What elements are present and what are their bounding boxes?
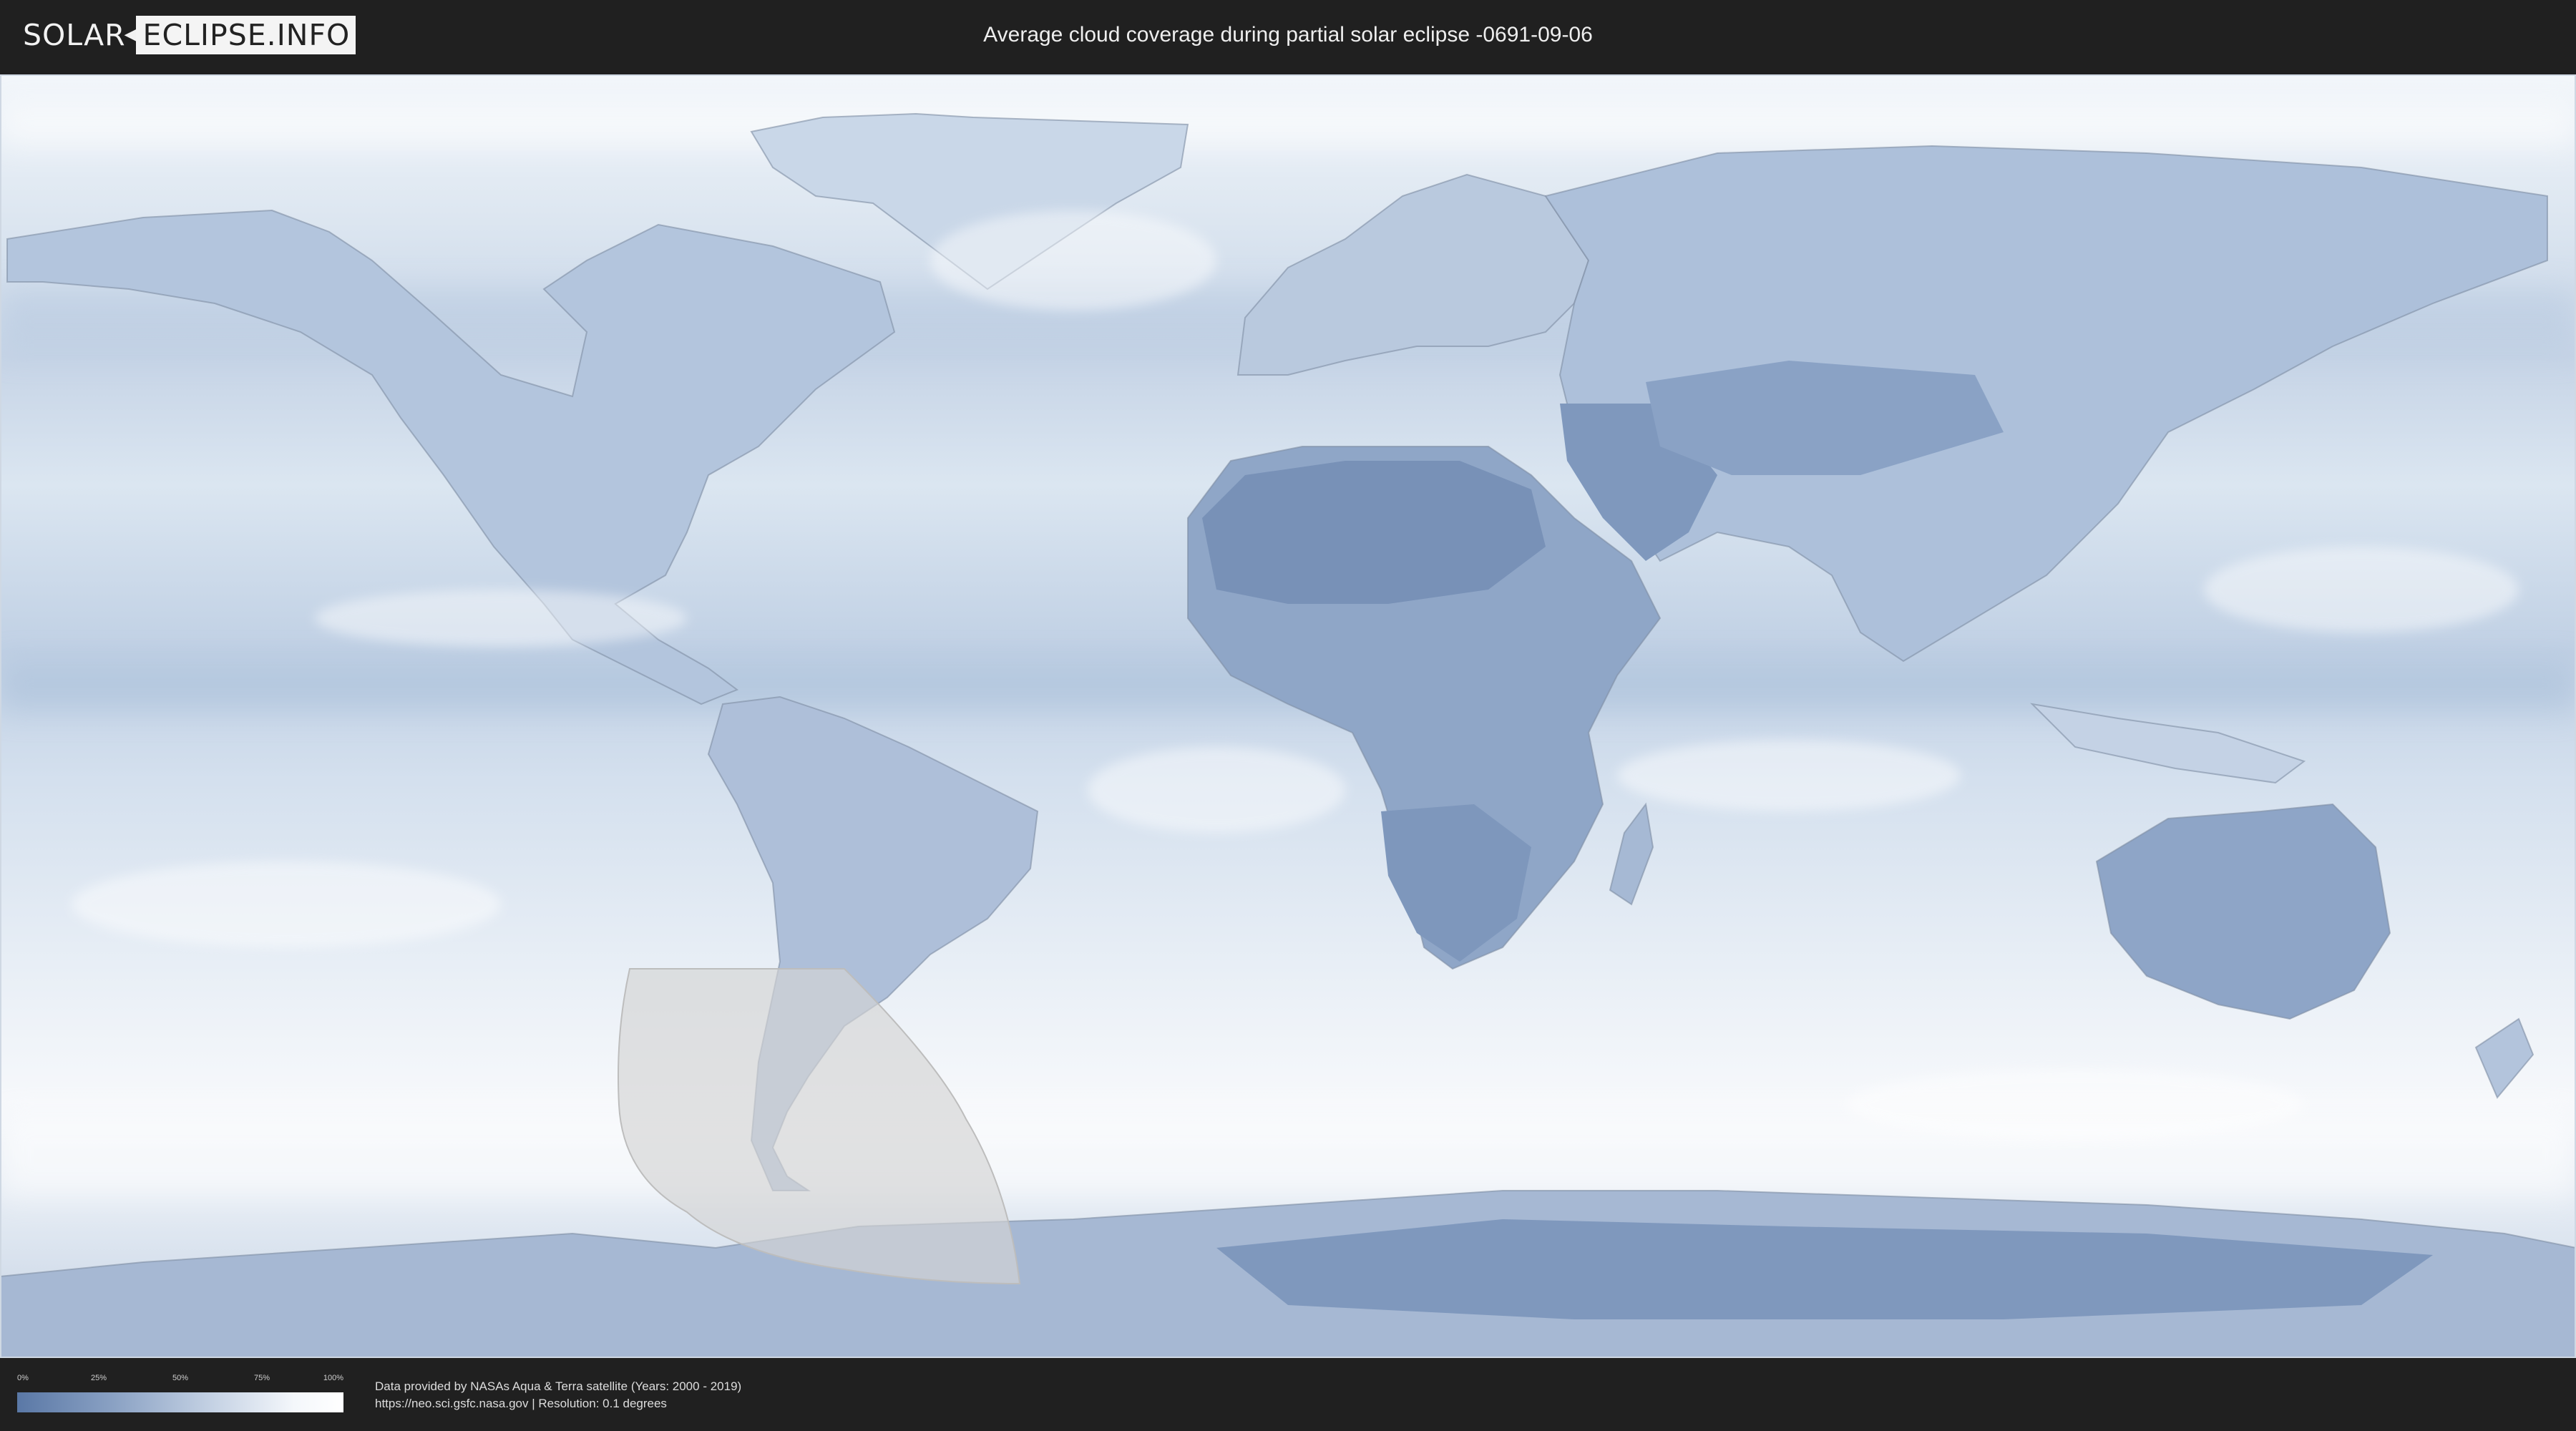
- page-title: Average cloud coverage during partial so…: [983, 23, 1593, 47]
- data-credits: Data provided by NASAs Aqua & Terra sate…: [375, 1378, 741, 1412]
- legend-tick: 25%: [90, 1374, 107, 1382]
- legend-ticks: 0% 25% 50% 75% 100%: [17, 1374, 343, 1387]
- legend-tick: 0%: [17, 1374, 29, 1382]
- sahara-desert: [1202, 461, 1546, 604]
- legend-tick: 100%: [323, 1374, 343, 1382]
- cloud-coverage-map: [0, 74, 2576, 1358]
- footer-bar: 0% 25% 50% 75% 100% Data provided by NAS…: [0, 1358, 2576, 1431]
- credits-line-2: https://neo.sci.gsfc.nasa.gov | Resoluti…: [375, 1397, 667, 1410]
- legend-tick: 75%: [253, 1374, 270, 1382]
- header-bar: SOLAR ◀ ECLIPSE.INFO Average cloud cover…: [0, 0, 2576, 70]
- cloud-legend: 0% 25% 50% 75% 100%: [17, 1374, 343, 1415]
- legend-color-bar: [17, 1392, 343, 1412]
- credits-line-1: Data provided by NASAs Aqua & Terra sate…: [375, 1379, 742, 1393]
- legend-tick: 50%: [172, 1374, 189, 1382]
